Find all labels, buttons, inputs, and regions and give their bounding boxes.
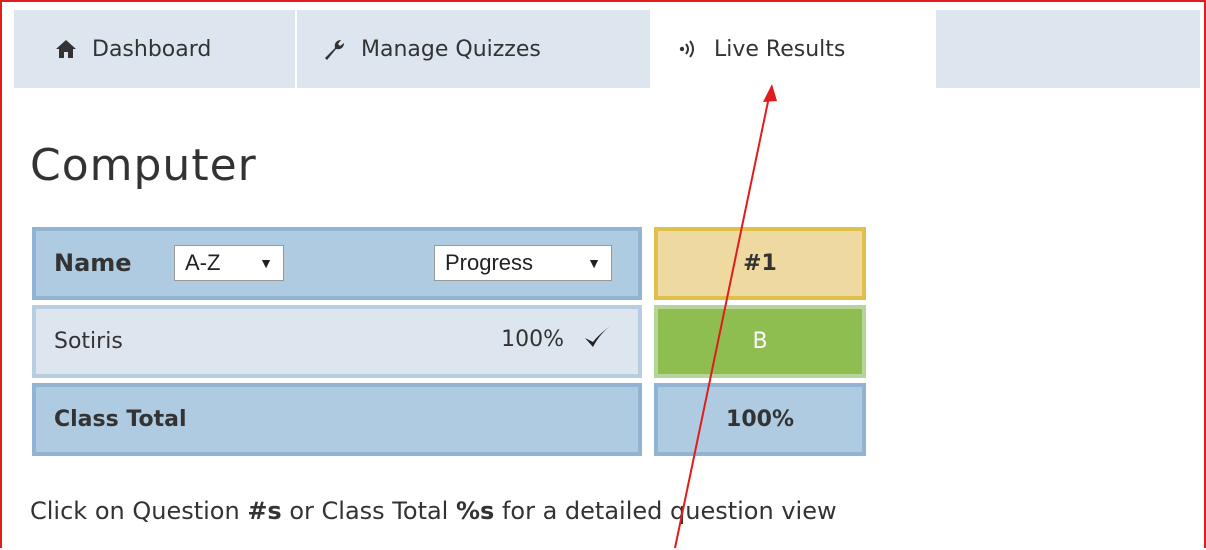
class-total-label: Class Total [54,407,187,432]
hint-bold-2: %s [455,497,495,525]
wrench-icon [323,37,347,61]
sort-order-value: A-Z [185,250,221,275]
class-total-cell: Class Total [32,383,642,456]
page-title: Computer [30,140,257,191]
progress-select-value: Progress [445,250,534,275]
student-row: Sotiris 100% [32,305,642,378]
tab-live-results[interactable]: Live Results [650,10,936,88]
checkmark-icon [580,319,616,355]
progress-select[interactable]: Progress ▼ [434,245,612,281]
home-icon [54,37,78,61]
tab-dashboard[interactable]: Dashboard [14,10,294,88]
dropdown-arrow-icon: ▼ [259,255,273,271]
tab-manage-quizzes[interactable]: Manage Quizzes [295,10,649,88]
hint-text: Click on Question #s or Class Total %s f… [30,497,837,525]
class-total-value[interactable]: 100% [654,383,866,456]
hint-part-1: Click on Question [30,497,248,525]
question-1-header[interactable]: #1 [654,227,866,300]
student-progress: 100% [501,327,564,352]
student-answer-cell[interactable]: B [654,305,866,378]
tab-live-results-label: Live Results [714,36,846,62]
tab-dashboard-label: Dashboard [92,36,212,62]
name-header-cell: Name A-Z ▼ Progress ▼ [32,227,642,300]
dropdown-arrow-icon: ▼ [587,255,601,271]
sort-order-select[interactable]: A-Z ▼ [174,245,284,281]
tab-bar: Dashboard Manage Quizzes Live Results [14,10,1200,88]
student-name: Sotiris [54,329,123,354]
name-header-label: Name [54,249,132,277]
hint-part-3: for a detailed question view [494,497,837,525]
hint-part-2: or Class Total [281,497,456,525]
signal-icon [676,37,700,61]
tab-manage-quizzes-label: Manage Quizzes [361,36,541,62]
hint-bold-1: #s [247,497,282,525]
